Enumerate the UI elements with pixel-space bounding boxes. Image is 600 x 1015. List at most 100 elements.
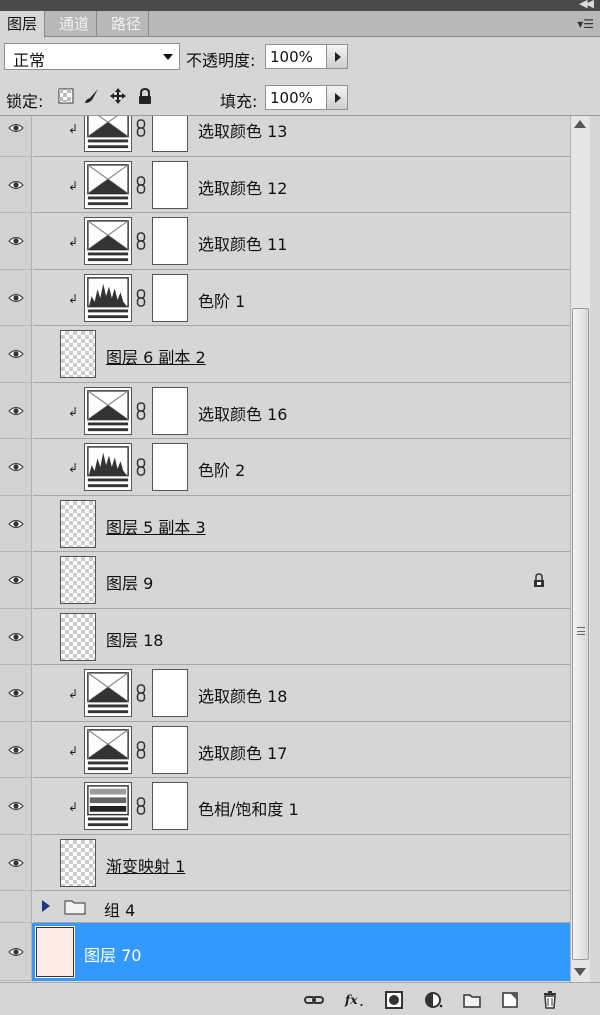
layer-name[interactable]: 选取颜色 18 [198,683,287,707]
fill-slider-button[interactable] [326,85,348,110]
eye-icon[interactable] [8,745,24,755]
layer-name[interactable]: 图层 9 [106,570,153,594]
opacity-slider-button[interactable] [326,44,348,69]
new-layer-icon[interactable] [500,991,520,1009]
mask-link-icon[interactable] [136,289,146,307]
adjustment-thumbnail[interactable] [84,160,132,209]
scroll-thumb[interactable] [572,308,589,960]
mask-thumbnail[interactable] [152,725,188,774]
layer-name[interactable]: 图层 6 副本 2 [106,344,206,368]
mask-thumbnail[interactable] [152,217,188,265]
layer-row[interactable]: 图层 9 [0,552,570,609]
layer-name[interactable]: 图层 70 [84,942,141,966]
mask-link-icon[interactable] [136,458,146,476]
layer-name[interactable]: 图层 5 副本 3 [106,514,206,538]
adjustment-thumbnail[interactable] [84,217,132,265]
trash-icon[interactable] [540,991,560,1009]
visibility-toggle[interactable] [0,834,32,891]
mask-link-icon[interactable] [136,797,146,815]
tab-paths[interactable]: 路径 [104,11,150,37]
fx-icon[interactable]: fx [344,991,364,1009]
layer-name[interactable]: 渐变映射 1 [106,853,185,877]
mask-thumbnail[interactable] [152,669,188,717]
visibility-toggle[interactable] [0,156,32,213]
mask-thumbnail[interactable] [152,782,188,830]
layer-name[interactable]: 选取颜色 12 [198,175,287,199]
eye-icon[interactable] [8,858,24,868]
layer-name[interactable]: 选取颜色 16 [198,401,287,425]
opacity-field[interactable]: 100% [265,44,327,69]
visibility-toggle[interactable] [0,923,32,981]
layer-thumbnail[interactable] [35,926,75,978]
layer-row[interactable]: ↲ 选取颜色 13 [0,116,570,157]
layer-name[interactable]: 选取颜色 11 [198,231,287,255]
eye-icon[interactable] [8,947,24,957]
adjustment-thumbnail[interactable] [84,782,132,830]
layer-row[interactable]: ↲ 选取颜色 16 [0,382,570,439]
scroll-up-arrow[interactable] [574,120,586,128]
mask-link-icon[interactable] [136,176,146,194]
collapse-icon[interactable]: ◀◀ [579,0,594,10]
visibility-toggle[interactable] [0,116,32,157]
fill-field[interactable]: 100% [265,85,327,110]
eye-icon[interactable] [8,406,24,416]
adjustment-layer-icon[interactable] [424,991,444,1009]
layer-row-selected[interactable]: 图层 70 [0,923,570,981]
tab-channels[interactable]: 通道 [52,11,98,37]
visibility-toggle[interactable] [0,439,32,496]
layer-row[interactable]: 图层 18 [0,608,570,665]
layer-name[interactable]: 色阶 1 [198,288,245,312]
layer-name[interactable]: 色相/饱和度 1 [198,796,299,820]
eye-icon[interactable] [8,123,24,133]
lock-all-icon[interactable] [137,88,153,104]
adjustment-thumbnail[interactable] [84,725,132,774]
visibility-toggle[interactable] [0,721,32,778]
layer-row[interactable]: ↲ 选取颜色 18 [0,665,570,722]
visibility-toggle[interactable] [0,552,32,609]
layer-name[interactable]: 选取颜色 13 [198,118,287,142]
visibility-toggle[interactable] [0,891,32,923]
visibility-toggle[interactable] [0,269,32,326]
layer-name[interactable]: 色阶 2 [198,457,245,481]
eye-icon[interactable] [8,632,24,642]
layer-row[interactable]: 图层 5 副本 3 [0,495,570,552]
visibility-toggle[interactable] [0,608,32,665]
add-mask-icon[interactable] [384,991,404,1009]
layer-thumbnail[interactable] [60,612,96,661]
adjustment-thumbnail[interactable] [84,443,132,491]
link-layers-icon[interactable] [304,991,324,1009]
layer-row[interactable]: ↲ 色相/饱和度 1 [0,778,570,835]
scroll-down-arrow[interactable] [574,968,586,976]
layer-row[interactable]: ↲ 选取颜色 11 [0,213,570,270]
new-group-icon[interactable] [462,991,482,1009]
layer-row[interactable]: ↲ 选取颜色 12 [0,156,570,213]
adjustment-thumbnail[interactable] [84,386,132,435]
mask-link-icon[interactable] [136,684,146,702]
visibility-toggle[interactable] [0,382,32,439]
eye-icon[interactable] [8,801,24,811]
panel-menu-icon[interactable]: ▾☰ [577,17,594,31]
mask-thumbnail[interactable] [152,116,188,152]
layer-name[interactable]: 选取颜色 17 [198,740,287,764]
mask-link-icon[interactable] [136,232,146,250]
visibility-toggle[interactable] [0,213,32,270]
eye-icon[interactable] [8,236,24,246]
eye-icon[interactable] [8,349,24,359]
eye-icon[interactable] [8,575,24,585]
layer-row[interactable]: ↲ 选取颜色 17 [0,721,570,778]
visibility-toggle[interactable] [0,326,32,383]
layer-thumbnail[interactable] [60,330,96,378]
mask-link-icon[interactable] [136,119,146,137]
mask-link-icon[interactable] [136,741,146,759]
adjustment-thumbnail[interactable] [84,273,132,322]
adjustment-thumbnail[interactable] [84,669,132,717]
group-name[interactable]: 组 4 [104,897,135,921]
mask-thumbnail[interactable] [152,443,188,491]
brush-icon[interactable] [84,88,100,104]
blend-mode-select[interactable]: 正常 [4,43,180,70]
layer-row[interactable]: 渐变映射 1 [0,834,570,891]
adjustment-thumbnail[interactable] [84,116,132,152]
layer-row[interactable]: ↲ 色阶 2 [0,439,570,496]
layer-thumbnail[interactable] [60,499,96,548]
eye-icon[interactable] [8,519,24,529]
